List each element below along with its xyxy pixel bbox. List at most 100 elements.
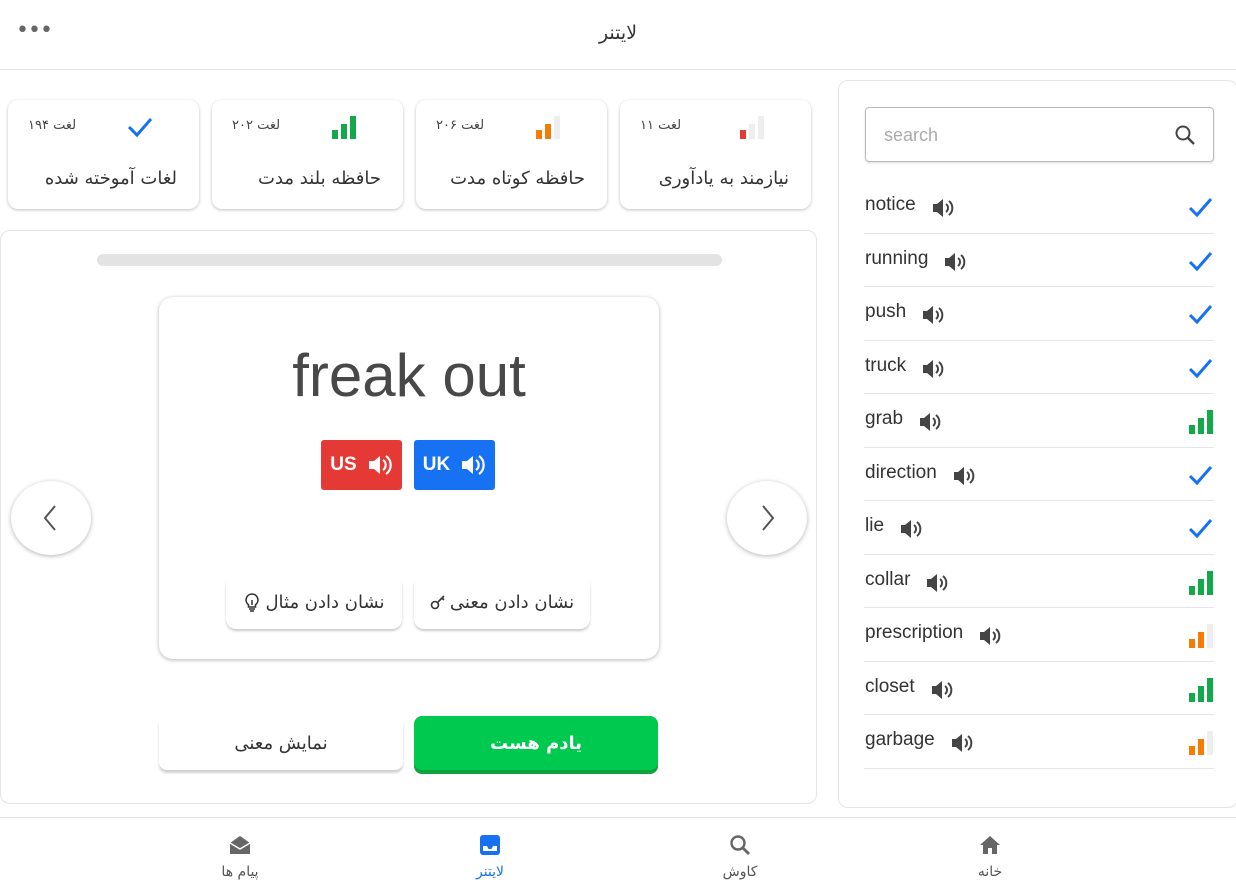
- word-list-item[interactable]: running: [864, 234, 1214, 287]
- word-list-item[interactable]: lie: [864, 501, 1214, 555]
- show-example-label: نشان دادن مثال: [265, 591, 385, 613]
- word-list-item[interactable]: collar: [864, 555, 1214, 608]
- check-icon: [1186, 193, 1214, 221]
- stat-count: ۲۰۶ لغت: [436, 118, 485, 133]
- word-list-item[interactable]: grab: [864, 394, 1214, 448]
- speaker-icon: [368, 455, 392, 475]
- speaker-icon[interactable]: [931, 197, 955, 219]
- search-box[interactable]: [865, 107, 1214, 162]
- speaker-icon[interactable]: [925, 572, 949, 594]
- nav-explore[interactable]: کاوش: [675, 828, 805, 892]
- flashcard-panel: freak out US UK نشان دادن معنی نشان دادن…: [0, 230, 817, 804]
- check-icon: [1186, 300, 1214, 328]
- signal-mid-icon: [536, 116, 560, 139]
- check-icon: [1186, 247, 1214, 275]
- chevron-right-icon: [762, 505, 775, 531]
- word-list-item[interactable]: garbage: [864, 715, 1214, 769]
- speaker-icon[interactable]: [952, 465, 976, 487]
- signal-high-icon: [1186, 407, 1214, 435]
- stat-card-needs-review[interactable]: ۱۱ لغت نیازمند به یادآوری: [620, 100, 811, 209]
- stat-count: ۱۹۴ لغت: [28, 118, 77, 133]
- signal-high-icon: [1186, 568, 1214, 596]
- word-text: notice: [865, 194, 916, 215]
- signal-high-icon: [1186, 675, 1214, 703]
- stat-label: لغات آموخته شده: [44, 168, 177, 189]
- word-list-item[interactable]: truck: [864, 341, 1214, 394]
- uk-pronunciation-button[interactable]: UK: [414, 440, 495, 490]
- word-list-item[interactable]: push: [864, 287, 1214, 341]
- speaker-icon[interactable]: [943, 251, 967, 273]
- nav-label: پیام ها: [221, 864, 259, 880]
- word-text: collar: [865, 568, 911, 590]
- i-know-button[interactable]: یادم هست: [414, 716, 658, 770]
- speaker-icon[interactable]: [921, 358, 945, 380]
- nav-label: لایتنر: [475, 864, 505, 880]
- word-text: direction: [865, 461, 937, 483]
- us-label: US: [330, 454, 357, 475]
- check-icon: [127, 118, 153, 138]
- stat-label: حافظه کوتاه مدت: [450, 168, 585, 189]
- home-icon: [980, 836, 1000, 854]
- nav-messages[interactable]: پیام ها: [175, 828, 305, 892]
- word-text: prescription: [865, 622, 964, 643]
- bottom-navigation: پیام ها لایتنر کاوش خانه: [0, 817, 1236, 895]
- word-list-item[interactable]: direction: [864, 448, 1214, 501]
- nav-leitner[interactable]: لایتنر: [425, 828, 555, 892]
- nav-label: کاوش: [722, 864, 758, 880]
- search-icon: [730, 835, 750, 855]
- speaker-icon[interactable]: [918, 411, 942, 433]
- word-list-item[interactable]: closet: [864, 662, 1214, 715]
- stat-count: ۲۰۲ لغت: [232, 118, 281, 133]
- show-meaning-action-label: نمایش معنی: [234, 732, 328, 754]
- speaker-icon[interactable]: [978, 625, 1002, 647]
- flashcard-word: freak out: [292, 342, 526, 409]
- lightbulb-icon: [245, 593, 260, 612]
- inbox-icon: [480, 835, 500, 855]
- page-title: لایتنر: [598, 22, 638, 44]
- previous-card-button[interactable]: [11, 481, 91, 555]
- chevron-left-icon: [43, 505, 56, 531]
- show-meaning-button[interactable]: نشان دادن معنی: [414, 575, 590, 629]
- word-text: push: [865, 301, 907, 322]
- mail-icon: [229, 836, 251, 854]
- word-text: lie: [865, 515, 885, 536]
- us-pronunciation-button[interactable]: US: [321, 440, 402, 490]
- word-text: closet: [865, 675, 915, 697]
- word-text: garbage: [865, 729, 935, 750]
- show-meaning-action-button[interactable]: نمایش معنی: [159, 716, 403, 770]
- stat-card-learned[interactable]: ۱۹۴ لغت لغات آموخته شده: [8, 100, 199, 209]
- show-meaning-label: نشان دادن معنی: [449, 591, 575, 613]
- stat-label: نیازمند به یادآوری: [658, 168, 789, 189]
- next-card-button[interactable]: [727, 481, 807, 555]
- word-list-item[interactable]: notice: [864, 180, 1214, 234]
- speaker-icon[interactable]: [950, 732, 974, 754]
- check-icon: [1186, 514, 1214, 542]
- search-icon[interactable]: [1173, 123, 1197, 147]
- stat-count: ۱۱ لغت: [640, 118, 682, 133]
- search-input[interactable]: [884, 122, 1164, 148]
- word-list: notice running push truck grab direction lie co…: [864, 180, 1214, 769]
- signal-mid-icon: [1186, 728, 1214, 756]
- nav-home[interactable]: خانه: [925, 828, 1055, 892]
- i-know-label: یادم هست: [489, 732, 583, 754]
- uk-label: UK: [422, 454, 451, 475]
- speaker-icon[interactable]: [930, 679, 954, 701]
- stat-card-long-term[interactable]: ۲۰۲ لغت حافظه بلند مدت: [212, 100, 403, 209]
- progress-bar: [97, 254, 722, 266]
- word-text: running: [865, 247, 929, 269]
- key-icon: [430, 595, 445, 610]
- signal-high-icon: [332, 116, 356, 139]
- speaker-icon[interactable]: [899, 518, 923, 540]
- stat-label: حافظه بلند مدت: [258, 168, 381, 189]
- stat-card-short-term[interactable]: ۲۰۶ لغت حافظه کوتاه مدت: [416, 100, 607, 209]
- check-icon: [1186, 354, 1214, 382]
- signal-mid-icon: [1186, 621, 1214, 649]
- word-list-panel: notice running push truck grab direction lie co…: [838, 80, 1236, 808]
- word-list-item[interactable]: prescription: [864, 608, 1214, 662]
- show-example-button[interactable]: نشان دادن مثال: [226, 575, 402, 629]
- speaker-icon: [462, 455, 485, 475]
- check-icon: [1186, 461, 1214, 489]
- flashcard: freak out US UK نشان دادن معنی نشان دادن…: [159, 297, 659, 659]
- word-text: truck: [865, 354, 907, 376]
- speaker-icon[interactable]: [921, 304, 945, 326]
